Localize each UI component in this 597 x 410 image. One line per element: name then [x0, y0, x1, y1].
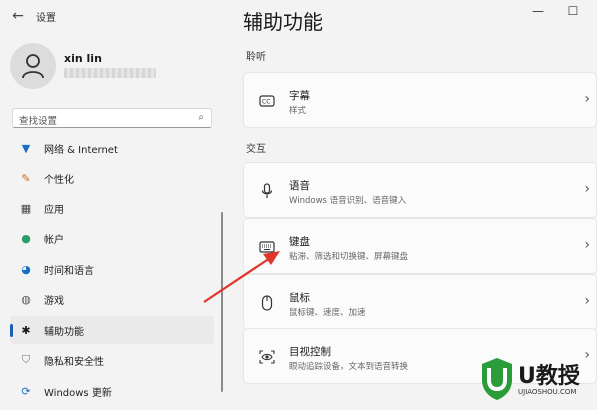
chevron-right-icon: ›: [584, 237, 590, 253]
captions-icon: CC: [258, 92, 276, 110]
card-title: 键盘: [289, 236, 310, 248]
back-button[interactable]: ←: [8, 6, 28, 26]
sidebar-item-label: 个性化: [44, 174, 74, 186]
chevron-right-icon: ›: [584, 293, 590, 309]
sidebar-item-apps[interactable]: ▦ 应用: [10, 194, 214, 222]
person-icon: ●: [21, 231, 31, 245]
active-indicator: [10, 324, 13, 337]
person-icon: [22, 54, 44, 79]
sidebar-item-privacy[interactable]: ⛉ 隐私和安全性: [10, 346, 214, 374]
watermark-brand: U教授: [518, 364, 580, 389]
sidebar-item-accounts[interactable]: ● 帐户: [10, 224, 214, 252]
window-title: 设置: [36, 13, 56, 24]
card-mouse[interactable]: 鼠标 鼠标键、速度、加速 ›: [243, 274, 597, 330]
sidebar-item-network[interactable]: ▼ 网络 & Internet: [10, 134, 214, 162]
watermark-logo: U教授 UJIAOSHOU.COM: [480, 356, 597, 410]
accessibility-icon: ✱: [21, 323, 31, 337]
wifi-icon: ▼: [21, 141, 31, 155]
chevron-right-icon: ›: [584, 181, 590, 197]
sidebar-item-windows-update[interactable]: ⟳ Windows 更新: [10, 377, 214, 405]
brush-icon: ✎: [21, 171, 31, 185]
section-label-hearing: 聆听: [246, 52, 266, 63]
card-subtitle: 样式: [289, 106, 307, 116]
chevron-right-icon: ›: [584, 91, 590, 107]
search-input[interactable]: 查找设置 ⌕: [12, 108, 212, 128]
page-title: 辅助功能: [243, 10, 323, 34]
sidebar-item-label: 网络 & Internet: [44, 144, 118, 156]
card-title: 目视控制: [289, 346, 331, 358]
mouse-icon: [258, 294, 276, 312]
card-subtitle: 鼠标键、速度、加速: [289, 308, 366, 318]
minimize-button[interactable]: —: [528, 4, 548, 18]
avatar[interactable]: [10, 43, 56, 89]
card-title: 鼠标: [289, 292, 310, 304]
update-icon: ⟳: [21, 384, 31, 398]
shield-logo-icon: [482, 358, 512, 400]
maximize-button[interactable]: ☐: [563, 4, 583, 18]
sidebar-item-label: Windows 更新: [44, 387, 112, 399]
sidebar-item-personalization[interactable]: ✎ 个性化: [10, 164, 214, 192]
card-subtitle: Windows 语音识别、语音键入: [289, 196, 407, 206]
sidebar-scrollbar[interactable]: [221, 212, 223, 392]
section-label-interaction: 交互: [246, 144, 266, 155]
sidebar-item-label: 应用: [44, 204, 64, 216]
sidebar-item-label: 帐户: [44, 234, 64, 246]
sidebar-item-time-language[interactable]: ◕ 时间和语言: [10, 255, 214, 283]
card-speech[interactable]: 语音 Windows 语音识别、语音键入 ›: [243, 162, 597, 218]
sidebar-item-accessibility[interactable]: ✱ 辅助功能: [10, 316, 214, 344]
apps-icon: ▦: [20, 201, 32, 215]
card-subtitle: 眼动追踪设备，文本到语音转换: [289, 362, 409, 372]
globe-clock-icon: ◕: [21, 262, 31, 276]
card-subtitle: 粘滞、筛选和切换键、屏幕键盘: [289, 252, 409, 262]
svg-text:CC: CC: [262, 99, 270, 106]
gamepad-icon: ◍: [21, 292, 31, 306]
search-icon: ⌕: [198, 112, 204, 123]
search-placeholder: 查找设置: [19, 116, 58, 127]
microphone-icon: [258, 182, 276, 200]
eye-control-icon: [258, 348, 276, 366]
card-title: 字幕: [289, 90, 310, 102]
profile-email-redacted: [64, 68, 156, 78]
sidebar-item-label: 游戏: [44, 295, 64, 307]
watermark-url: UJIAOSHOU.COM: [518, 388, 577, 396]
card-title: 语音: [289, 180, 310, 192]
card-keyboard[interactable]: 键盘 粘滞、筛选和切换键、屏幕键盘 ›: [243, 218, 597, 274]
card-captions[interactable]: CC 字幕 样式 ›: [243, 72, 597, 128]
sidebar-item-label: 辅助功能: [44, 326, 84, 338]
shield-icon: ⛉: [21, 353, 31, 366]
sidebar-item-label: 隐私和安全性: [44, 356, 104, 368]
sidebar-item-gaming[interactable]: ◍ 游戏: [10, 285, 214, 313]
sidebar-item-label: 时间和语言: [44, 265, 94, 277]
profile-name: xin lin: [64, 52, 102, 65]
keyboard-icon: [258, 238, 276, 256]
